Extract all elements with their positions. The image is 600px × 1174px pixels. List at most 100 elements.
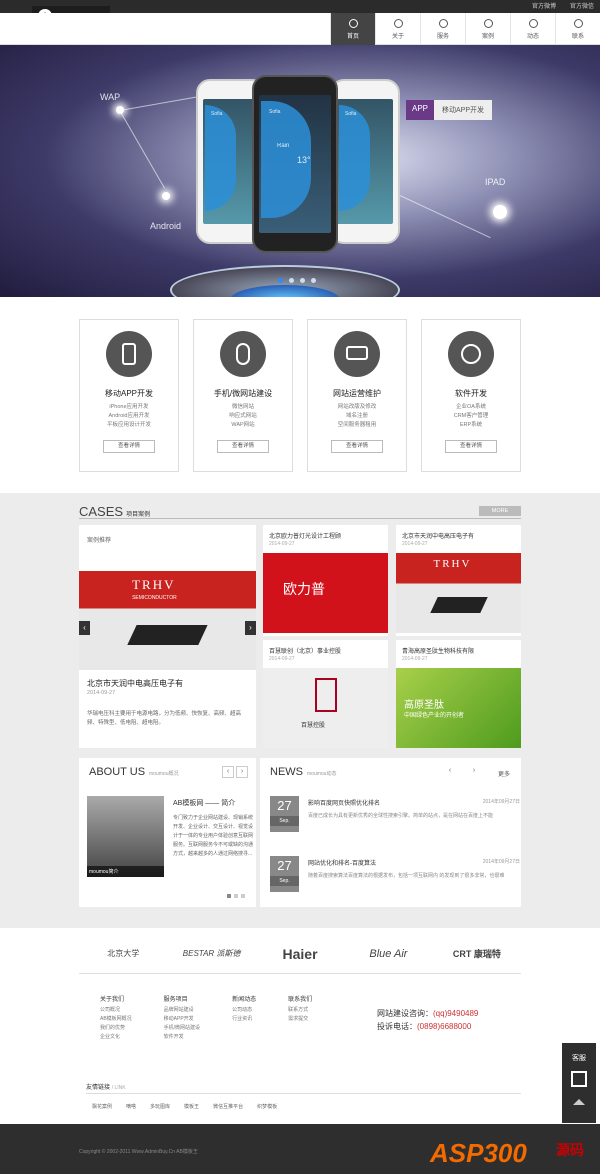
- official-weibo-link[interactable]: 官方微博: [532, 1, 556, 10]
- case-image: 高原圣肽 中国绿色产业的开创者: [396, 668, 521, 748]
- service-label: 客服: [572, 1055, 586, 1062]
- news-more-link[interactable]: 更多: [498, 769, 510, 778]
- footer-col-title: 新闻动态: [232, 997, 257, 1003]
- service-line: 企业OA系统: [456, 404, 486, 410]
- prev-arrow-icon[interactable]: ‹: [222, 766, 234, 778]
- copyright: Copyright © 2002-2011 Www.AdminBuy.Cn AB…: [79, 1149, 198, 1155]
- wap-label: WAP: [100, 92, 121, 102]
- app-badge-text: 移动APP开发: [434, 100, 493, 120]
- banner-dot[interactable]: [311, 278, 316, 283]
- app-badge[interactable]: APP 移动APP开发: [406, 100, 493, 120]
- phone-city: Sofia: [345, 111, 357, 117]
- footer-link[interactable]: AB模板网概况: [100, 1015, 132, 1024]
- page-dot[interactable]: [241, 894, 245, 898]
- footer-link[interactable]: 移动APP开发: [164, 1015, 200, 1024]
- details-button[interactable]: 查看详情: [445, 440, 497, 453]
- news-date-badge: 27 Sep.: [270, 796, 299, 832]
- friend-link[interactable]: 微信互推平台: [213, 1103, 243, 1110]
- back-to-top-icon[interactable]: [573, 1099, 585, 1105]
- banner-dot[interactable]: [300, 278, 305, 283]
- footer-col-title: 服务项目: [163, 997, 188, 1003]
- footer-link[interactable]: 品牌网站建设: [164, 1006, 200, 1015]
- footer-link[interactable]: 我们的优势: [100, 1024, 132, 1033]
- details-button[interactable]: 查看详情: [331, 440, 383, 453]
- cases-title: CASES: [79, 504, 124, 519]
- footer-link[interactable]: 行业资讯: [232, 1015, 256, 1024]
- news-item-title: 影响百度网页快照优化排名: [308, 801, 381, 807]
- brand-logo[interactable]: CRT 康瑞特: [433, 934, 521, 973]
- about-text: 专门致力于企业网站建设、现销系统开发、企业设计、交互设计、视觉设计于一体的专业用…: [173, 815, 254, 857]
- service-title: 软件开发: [455, 389, 487, 398]
- node-dot: [493, 205, 507, 219]
- gallery-icon: [483, 19, 493, 28]
- service-line: WAP网站: [231, 422, 255, 428]
- side-service-panel[interactable]: 客服: [562, 1043, 596, 1123]
- service-card: 网站运营维护 网站改版及修改 域名注册 空间服务器租用 查看详情: [307, 319, 407, 472]
- next-arrow-icon[interactable]: ›: [236, 766, 248, 778]
- footer-link[interactable]: 需求提交: [288, 1015, 312, 1024]
- prev-arrow-icon[interactable]: ‹: [444, 766, 456, 778]
- next-arrow-icon[interactable]: ›: [468, 766, 480, 778]
- footer-link[interactable]: 企业文化: [100, 1033, 132, 1042]
- news-subtitle: moumou动态: [307, 771, 337, 777]
- banner-dot[interactable]: [278, 278, 283, 283]
- footer-link[interactable]: 手机/微网站建设: [164, 1024, 200, 1033]
- case-card[interactable]: 百慧联创（北京）事业控股 2014-09-27 百慧控股: [263, 640, 388, 748]
- case-card[interactable]: 北京市天润中电高压电子有 2014-09-27 TRHV: [396, 525, 521, 636]
- case-date: 2014-09-27: [402, 541, 428, 547]
- case-card[interactable]: 青海高原圣肽生物科技有限 2014-09-27 高原圣肽 中国绿色产业的开创者: [396, 640, 521, 748]
- news-item[interactable]: 27 Sep. 影响百度网页快照优化排名 2014年09月27日 百度已成长为具有…: [270, 796, 520, 841]
- qr-code-icon[interactable]: [571, 1071, 587, 1087]
- details-button[interactable]: 查看详情: [103, 440, 155, 453]
- friend-link[interactable]: 织梦模板: [257, 1103, 277, 1110]
- nav-item-contact[interactable]: 联系: [555, 13, 600, 45]
- about-image: moumou简介: [87, 796, 164, 877]
- friend-link[interactable]: 飘花案例: [92, 1103, 112, 1110]
- service-card: 手机/微网站建设 微信网站 响应式网站 WAP网站 查看详情: [193, 319, 293, 472]
- service-line: ERP系统: [459, 422, 483, 428]
- nav-item-about[interactable]: 关于: [375, 13, 420, 45]
- service-line: 平板应用设计开发: [106, 422, 151, 428]
- footer-col-title: 联系我们: [288, 997, 313, 1003]
- friend-link[interactable]: 嘀嗒: [126, 1103, 136, 1110]
- case-card[interactable]: 北京欧力普灯光设计工程顾 2014-09-27 欧力普: [263, 525, 388, 636]
- featured-brand-sub: SEMICONDUCTOR: [132, 594, 177, 601]
- case-title: 北京市天润中电高压电子有: [402, 534, 475, 540]
- nav-item-news[interactable]: 动态: [510, 13, 555, 45]
- mouse-icon: [220, 331, 266, 377]
- next-arrow-icon[interactable]: ›: [245, 620, 256, 635]
- news-item-text: 百度已成长为具有更新优秀的全球性搜索引擎。简单的站点，是在网站在百度上不能: [308, 813, 494, 819]
- footer-link[interactable]: 公司概况: [100, 1006, 132, 1015]
- service-title: 网站运营维护: [333, 389, 381, 398]
- page-dot[interactable]: [234, 894, 238, 898]
- news-item-title: 网站优化和排名-百度算法: [308, 861, 376, 867]
- services-section: 移动APP开发 iPhone应用开发 Android应用开发 平板应用设计开发 …: [79, 319, 521, 472]
- service-title: 手机/微网站建设: [213, 389, 273, 398]
- nav-item-home[interactable]: 首页: [330, 13, 375, 45]
- official-wechat-link[interactable]: 官方微信: [570, 1, 594, 10]
- friend-link[interactable]: 多玩图库: [150, 1103, 170, 1110]
- footer-link[interactable]: 联系方式: [288, 1006, 312, 1015]
- brand-logo[interactable]: 北京大学: [79, 934, 167, 973]
- watermark: ASP300 源码: [426, 1120, 596, 1172]
- brand-logo[interactable]: BESTAR 派斯德: [167, 934, 255, 973]
- page-dot[interactable]: [227, 894, 231, 898]
- banner-dot[interactable]: [289, 278, 294, 283]
- footer-link[interactable]: 软件开发: [164, 1033, 200, 1042]
- featured-case[interactable]: 案例推荐 TRHV SEMICONDUCTOR ‹ › 北京市天润中电高压电子有…: [79, 525, 256, 748]
- details-button[interactable]: 查看详情: [217, 440, 269, 453]
- watermark-sub: 源码: [556, 1142, 584, 1158]
- nav-item-services[interactable]: 服务: [420, 13, 465, 45]
- divider: [79, 518, 521, 519]
- brand-logo[interactable]: Haier: [256, 934, 344, 973]
- prev-arrow-icon[interactable]: ‹: [79, 620, 90, 635]
- news-item[interactable]: 27 Sep. 网站优化和排名-百度算法 2014年09月27日 随着百度搜索算法…: [270, 856, 520, 901]
- cases-more-button[interactable]: MORE: [479, 506, 521, 516]
- footer-link[interactable]: 公司动态: [232, 1006, 256, 1015]
- friend-links: 飘花案例 嘀嗒 多玩图库 模板王 微信互推平台 织梦模板: [92, 1103, 277, 1110]
- partner-brands: 北京大学 BESTAR 派斯德 Haier Blue Air CRT 康瑞特: [79, 934, 521, 974]
- phone-city: Sofia: [269, 109, 281, 115]
- nav-item-cases[interactable]: 案例: [465, 13, 510, 45]
- friend-link[interactable]: 模板王: [184, 1103, 199, 1110]
- brand-logo[interactable]: Blue Air: [344, 934, 432, 973]
